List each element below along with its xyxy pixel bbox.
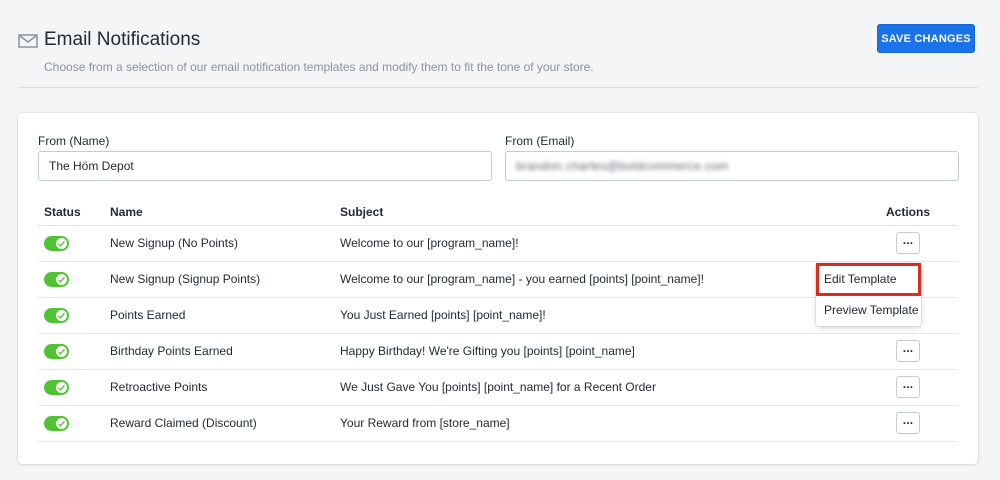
status-cell (38, 333, 110, 370)
table-row: Reward Claimed (Discount) Your Reward fro… (38, 405, 958, 442)
check-icon (55, 236, 68, 250)
status-cell (38, 369, 110, 406)
column-header-status: Status (38, 199, 110, 226)
table-header-row: Status Name Subject Actions (38, 199, 958, 226)
actions-cell: ··· (858, 225, 958, 262)
page-title: Email Notifications (44, 29, 201, 50)
check-icon (55, 416, 68, 430)
template-action-menu: Edit Template Preview Template (816, 263, 921, 326)
actions-cell: ··· (858, 369, 958, 406)
check-icon (55, 344, 68, 358)
status-toggle[interactable] (44, 235, 69, 251)
template-name: Points Earned (110, 297, 340, 334)
from-name-value: The Höm Depot (49, 159, 134, 173)
save-changes-button[interactable]: SAVE CHANGES (877, 24, 975, 53)
template-subject: You Just Earned [points] [point_name]! (340, 297, 858, 334)
mail-icon (18, 33, 38, 49)
more-actions-button[interactable]: ··· (896, 340, 920, 362)
status-toggle[interactable] (44, 415, 69, 431)
status-toggle[interactable] (44, 307, 69, 323)
template-subject: Your Reward from [store_name] (340, 405, 858, 442)
template-subject: We Just Gave You [points] [point_name] f… (340, 369, 858, 406)
edit-template-menu-item[interactable]: Edit Template (816, 263, 921, 295)
template-subject: Happy Birthday! We're Gifting you [point… (340, 333, 858, 370)
table-row: Birthday Points Earned Happy Birthday! We… (38, 333, 958, 370)
table-row: Retroactive Points We Just Gave You [poin… (38, 369, 958, 406)
header-divider (18, 87, 978, 88)
from-email-label: From (Email) (505, 134, 575, 148)
check-icon (55, 308, 68, 322)
page-header: Email Notifications Choose from a select… (0, 0, 1000, 88)
template-name: New Signup (No Points) (110, 225, 340, 262)
more-actions-button[interactable]: ··· (896, 412, 920, 434)
from-name-label: From (Name) (38, 134, 110, 148)
template-name: Birthday Points Earned (110, 333, 340, 370)
status-cell (38, 261, 110, 298)
template-subject: Welcome to our [program_name]! (340, 225, 858, 262)
status-toggle[interactable] (44, 379, 69, 395)
from-email-value: brandon.charles@boldcommerce.com (516, 159, 729, 173)
column-header-subject: Subject (340, 199, 858, 226)
status-cell (38, 405, 110, 442)
column-header-name: Name (110, 199, 340, 226)
preview-template-menu-item[interactable]: Preview Template (816, 294, 921, 326)
from-email-input[interactable]: brandon.charles@boldcommerce.com (505, 151, 959, 181)
column-header-actions: Actions (858, 199, 958, 226)
table-row: New Signup (No Points) Welcome to our [pr… (38, 225, 958, 262)
template-subject: Welcome to our [program_name] - you earn… (340, 261, 858, 298)
from-name-input[interactable]: The Höm Depot (38, 151, 492, 181)
template-name: New Signup (Signup Points) (110, 261, 340, 298)
status-toggle[interactable] (44, 271, 69, 287)
status-cell (38, 225, 110, 262)
more-actions-button[interactable]: ··· (896, 376, 920, 398)
more-actions-button[interactable]: ··· (896, 232, 920, 254)
status-cell (38, 297, 110, 334)
check-icon (55, 272, 68, 286)
template-name: Reward Claimed (Discount) (110, 405, 340, 442)
status-toggle[interactable] (44, 343, 69, 359)
check-icon (55, 380, 68, 394)
actions-cell: ··· (858, 333, 958, 370)
template-name: Retroactive Points (110, 369, 340, 406)
actions-cell: ··· (858, 405, 958, 442)
page-subtitle: Choose from a selection of our email not… (44, 60, 594, 74)
